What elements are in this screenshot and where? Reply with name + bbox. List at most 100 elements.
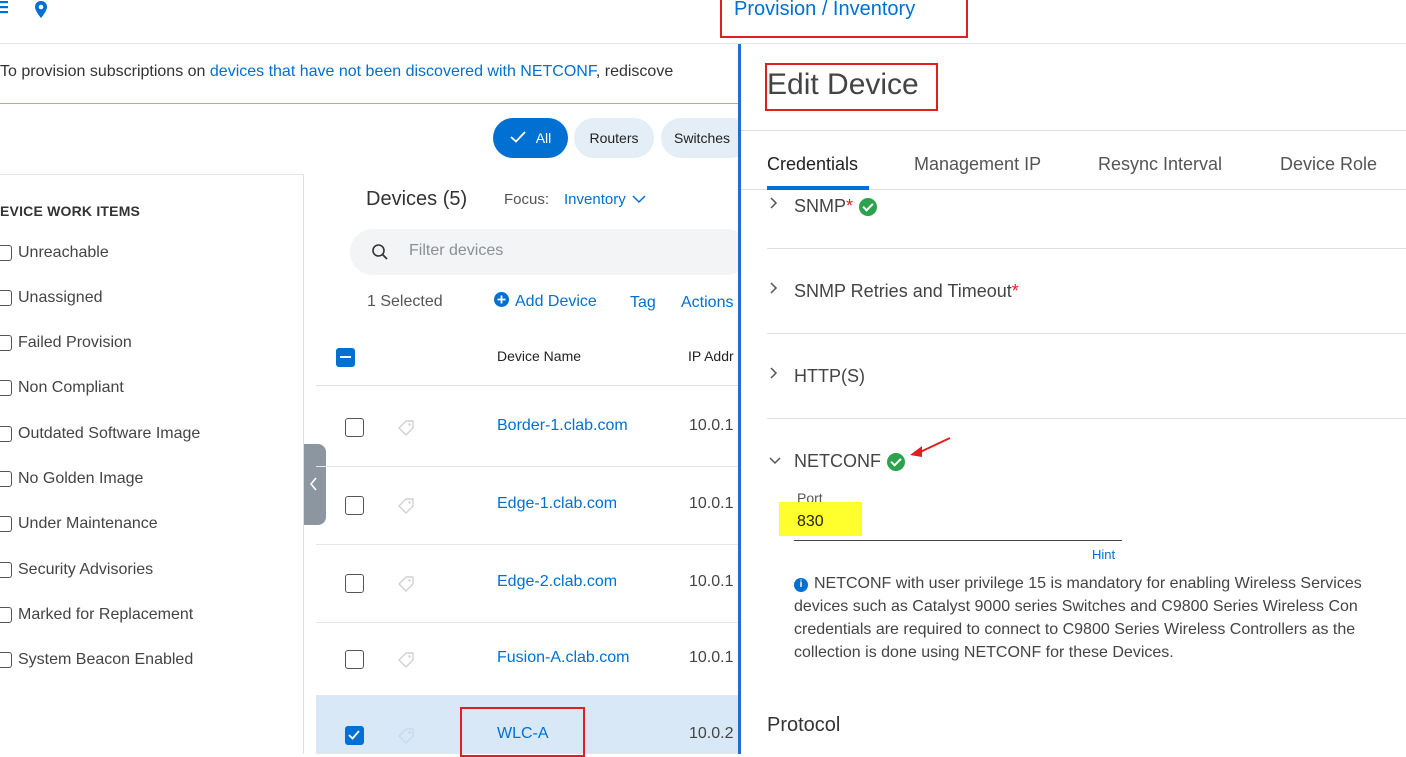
device-ip: 10.0.2 [689,725,734,742]
row-checkbox[interactable] [345,574,364,593]
chevron-right-icon[interactable] [768,366,778,383]
tab-credentials[interactable]: Credentials [767,154,858,175]
chevron-right-icon[interactable] [768,281,778,298]
device-name-link[interactable]: Border-1.clab.com [497,417,628,435]
protocol-heading: Protocol [767,714,841,736]
work-item-label: Non Compliant [18,379,124,396]
annotation-box-breadcrumb [720,0,968,38]
menu-icon[interactable] [0,0,10,23]
tag-icon[interactable] [396,574,416,599]
accordion-label-netconf[interactable]: NETCONF [794,451,905,472]
work-item-checkbox[interactable] [0,471,12,487]
device-ip: 10.0.1 [689,649,734,666]
work-item-label: System Beacon Enabled [18,651,194,668]
port-input-underline [794,540,1122,541]
success-check-icon [859,197,878,216]
device-name-link[interactable]: Edge-2.clab.com [497,573,617,591]
table-row[interactable]: Edge-2.clab.com 10.0.1 [316,545,740,623]
plus-circle-icon [494,292,509,312]
accordion-label-snmp: SNMP * [794,196,878,217]
row-checkbox[interactable] [345,418,364,437]
info-icon: i [794,578,808,592]
device-name-link[interactable]: Edge-1.clab.com [497,495,617,513]
search-placeholder: Filter devices [409,242,504,259]
check-icon [348,730,360,740]
tag-button[interactable]: Tag [630,294,656,312]
filter-chip-routers[interactable]: Routers [574,118,654,158]
work-item-unreachable[interactable]: Unreachable [0,244,109,262]
column-header-device-name[interactable]: Device Name [497,348,581,364]
work-item-checkbox[interactable] [0,245,12,261]
table-header-divider [316,385,740,386]
work-item-checkbox[interactable] [0,335,12,351]
location-pin-icon[interactable] [33,0,49,25]
chevron-down-icon [632,191,646,208]
tag-icon[interactable] [396,496,416,521]
tab-resync-interval[interactable]: Resync Interval [1098,154,1222,175]
work-item-label: Outdated Software Image [18,425,201,442]
row-checkbox[interactable] [345,496,364,515]
search-icon [371,243,389,266]
tab-management-ip[interactable]: Management IP [914,154,1041,175]
device-ip: 10.0.1 [689,573,734,590]
actions-button[interactable]: Actions [681,294,733,312]
device-ip: 10.0.1 [689,495,734,512]
work-item-outdated-software-image[interactable]: Outdated Software Image [0,425,200,443]
tag-icon[interactable] [396,650,416,675]
top-bar [0,0,1406,44]
chevron-down-icon[interactable] [768,454,782,470]
work-item-checkbox[interactable] [0,380,12,396]
selected-count: 1 Selected [367,293,443,310]
annotation-arrow [908,436,952,463]
column-header-ip-address[interactable]: IP Addr [688,348,734,364]
device-ip: 10.0.1 [689,417,734,434]
row-checkbox[interactable] [345,726,364,745]
work-item-no-golden-image[interactable]: No Golden Image [0,470,143,488]
work-item-non-compliant[interactable]: Non Compliant [0,379,124,397]
tag-icon[interactable] [396,726,416,751]
filter-devices-search[interactable]: Filter devices [350,229,750,275]
table-row[interactable]: Fusion-A.clab.com 10.0.1 [316,623,740,696]
drawer-divider [741,130,1406,131]
tab-device-role[interactable]: Device Role [1280,154,1377,175]
work-item-checkbox[interactable] [0,562,12,578]
row-checkbox[interactable] [345,650,364,669]
accordion-label-snmp-retries: SNMP Retries and Timeout * [794,281,1019,301]
work-item-label: Marked for Replacement [18,606,194,623]
port-input[interactable]: 830 [797,513,824,531]
active-tab-indicator [767,186,869,190]
check-icon [510,130,526,146]
work-item-checkbox[interactable] [0,516,12,532]
chevron-right-icon[interactable] [768,196,778,213]
work-item-unassigned[interactable]: Unassigned [0,289,103,307]
hint-link[interactable]: Hint [1092,547,1115,562]
devices-title: Devices (5) [366,188,468,210]
filter-chip-all[interactable]: All [493,118,568,158]
work-item-checkbox[interactable] [0,652,12,668]
add-device-button[interactable]: Add Device [494,292,597,312]
table-row[interactable]: Edge-1.clab.com 10.0.1 [316,467,740,545]
select-all-checkbox[interactable] [336,348,355,367]
accordion-label-https: HTTP(S) [794,366,865,386]
work-items-title: EVICE WORK ITEMS [0,203,141,219]
work-item-system-beacon-enabled[interactable]: System Beacon Enabled [0,651,193,669]
work-item-checkbox[interactable] [0,426,12,442]
focus-dropdown[interactable]: Inventory [564,191,646,208]
table-row[interactable]: WLC-A 10.0.2 [316,696,740,757]
focus-label: Focus: [504,191,550,208]
device-name-link[interactable]: Fusion-A.clab.com [497,649,630,667]
tag-icon[interactable] [396,418,416,443]
netconf-info-text: i NETCONF with user privilege 15 is manda… [794,575,1362,661]
work-item-security-advisories[interactable]: Security Advisories [0,561,153,579]
table-row[interactable]: Border-1.clab.com 10.0.1 [316,387,740,467]
work-item-failed-provision[interactable]: Failed Provision [0,334,132,352]
annotation-box-drawer-title [765,63,938,111]
work-item-label: Under Maintenance [18,515,158,532]
work-item-label: Security Advisories [18,561,154,578]
work-item-under-maintenance[interactable]: Under Maintenance [0,515,158,533]
work-item-label: Failed Provision [18,334,132,351]
work-item-checkbox[interactable] [0,607,12,623]
work-item-checkbox[interactable] [0,290,12,306]
work-item-marked-for-replacement[interactable]: Marked for Replacement [0,606,193,624]
netconf-devices-link[interactable]: devices that have not been discovered wi… [210,63,596,80]
